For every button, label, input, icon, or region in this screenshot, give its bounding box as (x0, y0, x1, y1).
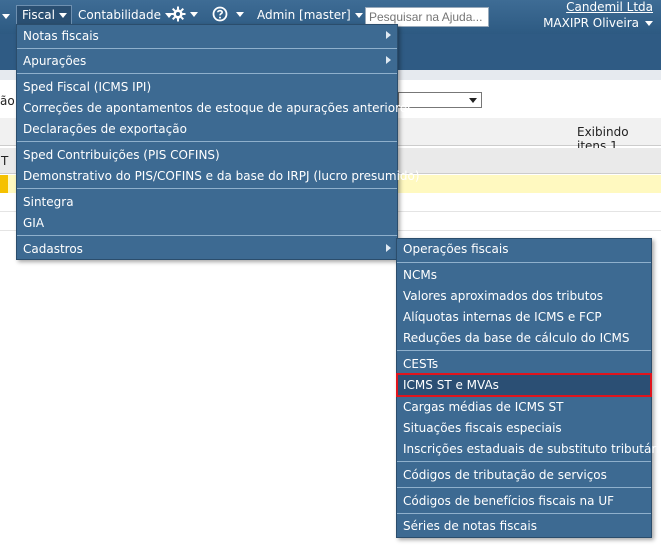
chevron-right-icon (386, 31, 391, 39)
menu-item-label: Notas fiscais (23, 29, 99, 43)
menu-item-codigos-beneficios[interactable]: Códigos de benefícios fiscais na UF (397, 491, 651, 511)
menu-item-label: ICMS ST e MVAs (403, 378, 499, 392)
menu-item-correcoes[interactable]: Correções de apontamentos de estoque de … (17, 98, 413, 118)
menu-item-label: Sped Fiscal (ICMS IPI) (23, 80, 152, 94)
fiscal-menu-button[interactable]: Fiscal (22, 8, 67, 22)
menu-item-label: Sped Contribuições (PIS COFINS) (23, 148, 220, 162)
chevron-down-icon[interactable] (2, 14, 10, 19)
menu-item-notas-fiscais[interactable]: Notas fiscais (17, 26, 397, 46)
menu-item-label: NCMs (403, 268, 437, 282)
menu-item-gia[interactable]: GIA (17, 213, 397, 233)
settings-menu-button[interactable] (170, 6, 198, 22)
fiscal-dropdown-menu: Notas fiscais Apurações Sped Fiscal (ICM… (16, 24, 420, 260)
user-menu-button[interactable]: MAXIPR Oliveira (543, 16, 653, 30)
column-header: T (1, 154, 9, 168)
menu-item-label: Valores aproximados dos tributos (403, 289, 604, 303)
menu-separator (397, 262, 651, 263)
chevron-down-icon (236, 11, 244, 17)
menu-item-label: Sintegra (23, 195, 74, 209)
menu-item-label: Códigos de tributação de serviços (403, 468, 607, 482)
menu-item-inscricoes-estaduais[interactable]: Inscrições estaduais de substituto tribu… (397, 439, 661, 459)
menu-separator (17, 73, 397, 74)
menu-item-label: Declarações de exportação (23, 122, 187, 136)
admin-menu-button[interactable]: Admin [master] (257, 8, 363, 22)
menu-item-icms-st-mvas[interactable]: ICMS ST e MVAs (396, 373, 652, 397)
menu-item-sped-contribuicoes[interactable]: Sped Contribuições (PIS COFINS) (17, 145, 397, 165)
menu-separator (397, 513, 651, 514)
menu-item-label: Códigos de benefícios fiscais na UF (403, 494, 615, 508)
chevron-down-icon (645, 21, 653, 26)
menu-item-valores-aproximados[interactable]: Valores aproximados dos tributos (397, 286, 651, 306)
menu-item-label: GIA (23, 216, 45, 230)
menu-item-cadastros[interactable]: Cadastros (17, 239, 397, 259)
menu-item-sintegra[interactable]: Sintegra (17, 192, 397, 212)
menu-item-label: Séries de notas fiscais (403, 519, 537, 533)
menu-item-label: Reduções da base de cálculo do ICMS (403, 331, 630, 345)
filter-label: ão (0, 94, 15, 108)
menu-item-series-notas[interactable]: Séries de notas fiscais (397, 516, 651, 536)
gear-icon (170, 6, 186, 22)
chevron-down-icon (190, 11, 198, 17)
menu-item-label: CESTs (403, 357, 439, 371)
menu-item-label: Cargas médias de ICMS ST (403, 400, 564, 414)
chevron-down-icon (469, 98, 477, 103)
menu-item-sped-fiscal[interactable]: Sped Fiscal (ICMS IPI) (17, 77, 397, 97)
company-name: Candemil Ltda (566, 0, 653, 14)
fiscal-label: Fiscal (22, 8, 55, 22)
menu-item-codigos-servicos[interactable]: Códigos de tributação de serviços (397, 465, 651, 485)
menu-item-operacoes-fiscais[interactable]: Operações fiscais (397, 239, 651, 259)
contabilidade-menu-button[interactable]: Contabilidade (78, 8, 173, 22)
menu-item-apuracoes[interactable]: Apurações (17, 51, 397, 71)
menu-separator (397, 487, 651, 488)
chevron-down-icon (58, 13, 67, 18)
help-menu-button[interactable] (212, 6, 244, 22)
contabilidade-label: Contabilidade (78, 8, 161, 22)
chevron-right-icon (386, 244, 391, 252)
user-name: MAXIPR Oliveira (543, 16, 639, 30)
menu-item-cargas-medias[interactable]: Cargas médias de ICMS ST (397, 397, 651, 417)
menu-item-demonstrativo[interactable]: Demonstrativo do PIS/COFINS e da base do… (17, 166, 420, 186)
menu-item-label: Apurações (23, 54, 87, 68)
menu-separator (17, 48, 397, 49)
menu-item-situacoes-especiais[interactable]: Situações fiscais especiais (397, 418, 651, 438)
menu-item-cests[interactable]: CESTs (397, 354, 651, 374)
menu-separator (17, 141, 397, 142)
menu-item-reducoes[interactable]: Reduções da base de cálculo do ICMS (397, 328, 651, 348)
menu-item-label: Operações fiscais (403, 242, 509, 256)
menu-separator (17, 235, 397, 236)
company-link[interactable]: Candemil Ltda (566, 0, 653, 14)
menu-item-label: Situações fiscais especiais (403, 421, 562, 435)
menu-item-label: Cadastros (23, 242, 83, 256)
menu-item-label: Correções de apontamentos de estoque de … (23, 101, 414, 115)
menu-separator (397, 350, 651, 351)
help-icon (212, 6, 228, 22)
chevron-right-icon (386, 56, 391, 64)
menu-item-label: Alíquotas internas de ICMS e FCP (403, 310, 602, 324)
menu-item-declaracoes[interactable]: Declarações de exportação (17, 119, 397, 139)
row-marker (0, 175, 8, 193)
menu-separator (397, 461, 651, 462)
admin-label: Admin [master] (257, 8, 351, 22)
menu-item-label: Inscrições estaduais de substituto tribu… (403, 442, 661, 456)
menu-item-label: Demonstrativo do PIS/COFINS e da base do… (23, 169, 420, 183)
cadastros-submenu: Operações fiscais NCMs Valores aproximad… (396, 238, 661, 538)
menu-item-ncms[interactable]: NCMs (397, 265, 651, 285)
menu-separator (17, 188, 397, 189)
chevron-down-icon (354, 13, 363, 18)
menu-item-aliquotas[interactable]: Alíquotas internas de ICMS e FCP (397, 307, 651, 327)
